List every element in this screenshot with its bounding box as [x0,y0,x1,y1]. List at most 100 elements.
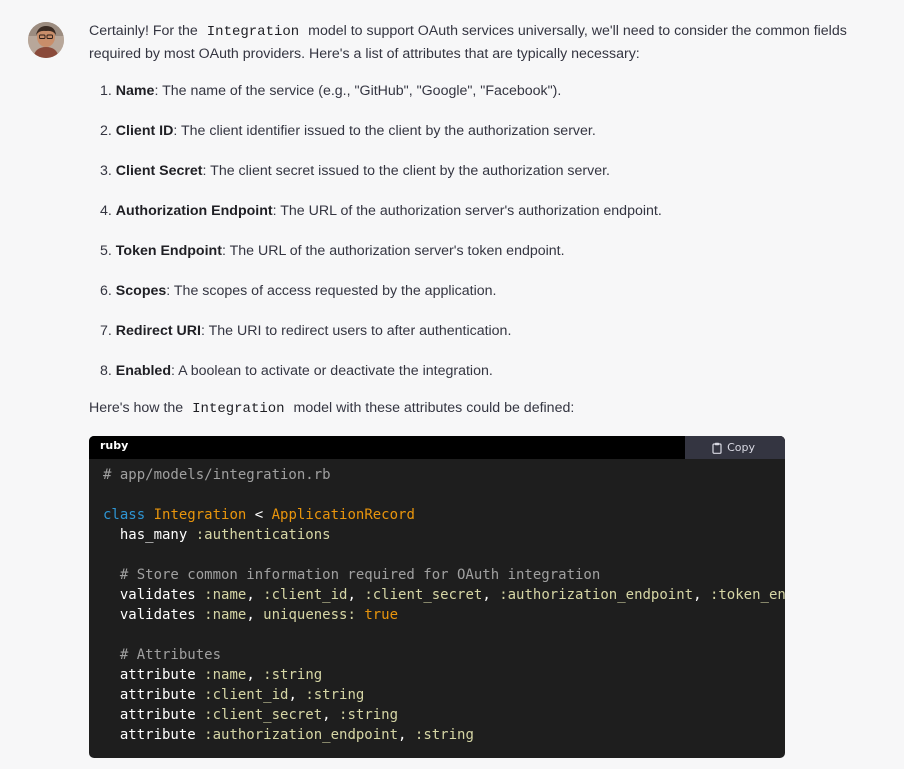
code-token: :authorization_endpoint [499,587,694,603]
clipboard-icon [712,442,722,454]
attribute-number: 1. [100,83,112,99]
attribute-item: 5. Token Endpoint: The URL of the author… [100,240,894,262]
code-token: :string [339,707,399,723]
outro-text-start: Here's how the [89,400,184,416]
inline-code-integration: Integration [206,24,300,40]
attribute-number: 7. [100,323,112,339]
attribute-description: : The URL of the authorization server's … [272,203,662,219]
code-token: , [246,667,264,683]
code-block: ruby Copy # app/models/integration.rb cla… [89,436,785,758]
attribute-number: 3. [100,163,112,179]
code-line: has_many :authentications [103,525,785,545]
attribute-number: 8. [100,363,112,379]
attribute-item: 3. Client Secret: The client secret issu… [100,160,894,182]
code-token: ApplicationRecord [271,507,415,523]
code-token: , [693,587,710,603]
code-token: , [246,607,264,623]
code-token: , [288,687,306,703]
code-token: , [322,707,340,723]
code-token: # app/models/integration.rb [103,467,331,483]
code-token: has_many [103,527,196,543]
code-content: # app/models/integration.rb class Integra… [89,459,785,745]
code-token: :client_id [263,587,348,603]
attribute-description: : The scopes of access requested by the … [166,283,497,299]
code-token: true [364,607,399,623]
inline-code-integration-2: Integration [192,401,285,417]
attribute-number: 2. [100,123,112,139]
code-token: :string [263,667,323,683]
attribute-term: Redirect URI [115,323,201,339]
user-avatar [28,22,64,58]
outro-text-end: model with these attributes could be def… [293,400,575,416]
code-token: validates [103,607,205,623]
code-line: attribute :name, :string [103,665,785,685]
attribute-term: Name [115,83,155,99]
attribute-description: : The client identifier issued to the cl… [173,123,596,139]
assistant-message: Certainly! For the Integration model to … [89,20,894,420]
code-token: # Attributes [103,647,222,663]
attribute-item: 8. Enabled: A boolean to activate or dea… [100,360,894,382]
attribute-number: 4. [100,203,112,219]
code-token: :name [204,607,247,623]
attribute-term: Authorization Endpoint [115,203,273,219]
code-token: < [246,507,272,523]
attribute-item: 2. Client ID: The client identifier issu… [100,120,894,142]
attribute-list: 1. Name: The name of the service (e.g., … [89,80,894,382]
code-token: :name [204,667,247,683]
outro-paragraph: Here's how the Integration model with th… [89,397,894,420]
attribute-term: Scopes [115,283,167,299]
code-token: class [103,507,146,523]
code-token: :client_secret [204,707,323,723]
attribute-item: 4. Authorization Endpoint: The URL of th… [100,200,894,222]
code-token: attribute [103,707,205,723]
intro-paragraph: Certainly! For the Integration model to … [89,20,889,65]
code-line: attribute :client_id, :string [103,685,785,705]
copy-button-label: Copy [727,441,755,454]
code-token: :authorization_endpoint [204,727,399,743]
code-line: attribute :authorization_endpoint, :stri… [103,725,785,745]
attribute-item: 1. Name: The name of the service (e.g., … [100,80,894,102]
code-token: # Store common information required for … [103,567,601,583]
code-token: attribute [103,667,205,683]
attribute-description: : The client secret issued to the client… [202,163,610,179]
code-line: validates :name, uniqueness: true [103,605,785,625]
code-token: , [347,587,365,603]
code-token: , [246,587,264,603]
code-token: , [482,587,500,603]
attribute-description: : The name of the service (e.g., "GitHub… [154,83,562,99]
attribute-number: 5. [100,243,112,259]
code-token: :token_en [709,587,785,603]
attribute-term: Client ID [115,123,174,139]
code-language-label: ruby [100,439,129,452]
code-token: :client_secret [364,587,483,603]
code-token: :authentications [195,527,331,543]
code-token: validates [103,587,205,603]
code-token: uniqueness: [263,607,356,623]
code-token: :client_id [204,687,289,703]
code-line: # app/models/integration.rb [103,465,785,485]
code-line: # Store common information required for … [103,565,785,585]
code-token: attribute [103,687,205,703]
code-line: # Attributes [103,645,785,665]
copy-code-button[interactable]: Copy [712,439,755,456]
code-block-header: ruby Copy [89,436,785,459]
attribute-term: Client Secret [115,163,203,179]
intro-text-start: Certainly! For the [89,23,198,39]
code-token: :name [204,587,247,603]
code-token: :string [414,727,474,743]
code-token: Integration [153,507,247,523]
code-line: validates :name, :client_id, :client_sec… [103,585,785,605]
code-line: attribute :client_secret, :string [103,705,785,725]
code-line: class Integration < ApplicationRecord [103,505,785,525]
code-token: attribute [103,727,205,743]
attribute-number: 6. [100,283,112,299]
attribute-item: 7. Redirect URI: The URI to redirect use… [100,320,894,342]
attribute-item: 6. Scopes: The scopes of access requeste… [100,280,894,302]
attribute-description: : A boolean to activate or deactivate th… [170,363,493,379]
attribute-description: : The URI to redirect users to after aut… [200,323,512,339]
attribute-term: Enabled [115,363,171,379]
